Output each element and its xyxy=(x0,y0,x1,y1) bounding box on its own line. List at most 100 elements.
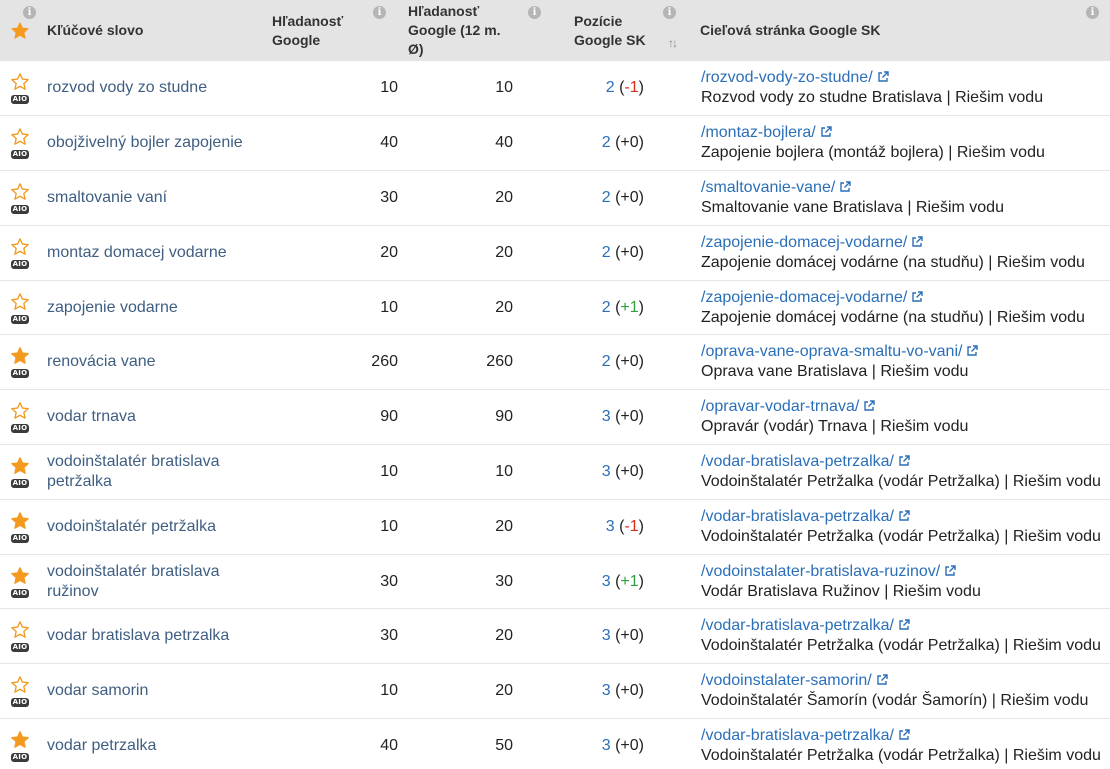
position-cell: 2 (+0) xyxy=(601,134,644,152)
keyword-link[interactable]: vodar trnava xyxy=(40,390,265,445)
star-filled-icon[interactable] xyxy=(10,730,30,750)
star-filled-icon[interactable] xyxy=(10,456,30,476)
table-row: AIO vodar samorin 10 20 3 (+0) /vodoinstalate… xyxy=(0,664,1110,719)
star-outline-icon[interactable] xyxy=(10,237,30,257)
external-link-icon[interactable] xyxy=(898,729,910,741)
table-row: AIO vodoinštalatér bratislava ružinov 30 30… xyxy=(0,554,1110,609)
position-value[interactable]: 2 xyxy=(602,244,611,261)
keyword-link[interactable]: vodoinštalatér bratislava ružinov xyxy=(40,554,265,609)
header-volume[interactable]: Hľadanosť Google i xyxy=(265,0,400,61)
star-filled-icon[interactable] xyxy=(10,346,30,366)
target-url-link[interactable]: /vodoinstalater-samorin/ xyxy=(701,672,872,689)
target-url-link[interactable]: /zapojenie-domacej-vodarne/ xyxy=(701,289,907,306)
target-url-link[interactable]: /rozvod-vody-zo-studne/ xyxy=(701,69,873,86)
keyword-link[interactable]: vodoinštalatér petržalka xyxy=(40,499,265,554)
volume12-value: 20 xyxy=(495,243,513,261)
position-value[interactable]: 2 xyxy=(602,299,611,316)
info-icon[interactable]: i xyxy=(528,6,541,19)
target-url-link[interactable]: /vodar-bratislava-petrzalka/ xyxy=(701,617,894,634)
keyword-link[interactable]: vodar petrzalka xyxy=(40,719,265,769)
keyword-link[interactable]: vodar bratislava petrzalka xyxy=(40,609,265,664)
position-value[interactable]: 3 xyxy=(602,682,611,699)
external-link-icon[interactable] xyxy=(820,126,832,138)
volume-value: 90 xyxy=(380,408,398,426)
header-volume12[interactable]: Hľadanosť Google (12 m. Ø) i xyxy=(400,0,555,61)
position-value[interactable]: 2 xyxy=(602,353,611,370)
star-outline-icon[interactable] xyxy=(10,127,30,147)
external-link-icon[interactable] xyxy=(877,71,889,83)
position-cell: 2 (+0) xyxy=(601,353,644,371)
aio-badge: AIO xyxy=(10,424,30,434)
position-value[interactable]: 3 xyxy=(602,573,611,590)
info-icon[interactable]: i xyxy=(373,6,386,19)
position-change: +0 xyxy=(620,353,639,371)
external-link-icon[interactable] xyxy=(966,345,979,357)
target-cell: /vodoinstalater-bratislava-ruzinov/Vodár… xyxy=(690,554,1110,609)
external-link-icon[interactable] xyxy=(944,564,956,577)
star-outline-icon[interactable] xyxy=(10,675,30,695)
position-cell: 3 (+0) xyxy=(601,682,644,700)
info-icon[interactable]: i xyxy=(23,6,36,19)
volume-value: 30 xyxy=(380,188,398,206)
external-link-icon[interactable] xyxy=(898,510,910,522)
header-position[interactable]: Pozície Google SK i ↑↓ xyxy=(555,0,690,61)
position-value[interactable]: 2 xyxy=(606,79,615,96)
position-value[interactable]: 3 xyxy=(602,737,611,754)
target-url-link[interactable]: /zapojenie-domacej-vodarne/ xyxy=(701,234,907,251)
header-target[interactable]: Cieľová stránka Google SK i xyxy=(690,0,1110,61)
aio-badge: AIO xyxy=(10,588,30,598)
external-link-icon[interactable] xyxy=(911,290,924,303)
target-url-link[interactable]: /vodar-bratislava-petrzalka/ xyxy=(701,453,894,470)
star-cell: AIO xyxy=(0,116,40,171)
sort-icon[interactable]: ↑↓ xyxy=(668,34,678,53)
external-link-icon[interactable] xyxy=(898,455,910,467)
keyword-link[interactable]: vodar samorin xyxy=(40,664,265,719)
target-title: Zapojenie domácej vodárne (na studňu) | … xyxy=(701,253,1085,271)
position-value[interactable]: 3 xyxy=(602,627,611,644)
position-value[interactable]: 3 xyxy=(606,518,615,535)
position-value[interactable]: 3 xyxy=(602,463,611,480)
position-change: -1 xyxy=(624,79,639,97)
target-url-link[interactable]: /opravar-vodar-trnava/ xyxy=(701,398,859,415)
header-target-label: Cieľová stránka Google SK xyxy=(700,22,881,38)
star-filled-icon[interactable] xyxy=(10,511,30,531)
keyword-link[interactable]: renovácia vane xyxy=(40,335,265,390)
info-icon[interactable]: i xyxy=(663,6,676,19)
star-cell: AIO xyxy=(0,554,40,609)
star-outline-icon[interactable] xyxy=(10,401,30,421)
keyword-link[interactable]: zapojenie vodarne xyxy=(40,280,265,335)
header-star[interactable]: i xyxy=(0,0,40,61)
position-value[interactable]: 2 xyxy=(602,189,611,206)
target-url-link[interactable]: /montaz-bojlera/ xyxy=(701,124,816,141)
keyword-link[interactable]: obojživelný bojler zapojenie xyxy=(40,116,265,171)
keyword-link[interactable]: rozvod vody zo studne xyxy=(40,61,265,116)
aio-badge: AIO xyxy=(10,150,30,160)
target-url-link[interactable]: /vodar-bratislava-petrzalka/ xyxy=(701,727,894,744)
aio-badge: AIO xyxy=(10,95,30,105)
target-url-link[interactable]: /oprava-vane-oprava-smaltu-vo-vani/ xyxy=(701,343,962,360)
position-value[interactable]: 3 xyxy=(602,408,611,425)
target-url-link[interactable]: /vodoinstalater-bratislava-ruzinov/ xyxy=(701,563,940,580)
star-cell: AIO xyxy=(0,609,40,664)
external-link-icon[interactable] xyxy=(839,181,851,193)
external-link-icon[interactable] xyxy=(863,400,875,412)
volume-value: 30 xyxy=(380,627,398,645)
target-url-link[interactable]: /vodar-bratislava-petrzalka/ xyxy=(701,508,894,525)
external-link-icon[interactable] xyxy=(876,674,888,686)
star-outline-icon[interactable] xyxy=(10,620,30,640)
header-keyword[interactable]: Kľúčové slovo xyxy=(40,0,265,61)
star-outline-icon[interactable] xyxy=(10,182,30,202)
star-filled-icon[interactable] xyxy=(10,566,30,586)
star-cell: AIO xyxy=(0,390,40,445)
info-icon[interactable]: i xyxy=(1086,6,1099,19)
external-link-icon[interactable] xyxy=(911,236,924,248)
star-outline-icon[interactable] xyxy=(10,72,30,92)
target-url-link[interactable]: /smaltovanie-vane/ xyxy=(701,179,835,196)
keyword-link[interactable]: montaz domacej vodarne xyxy=(40,225,265,280)
external-link-icon[interactable] xyxy=(898,619,910,631)
position-value[interactable]: 2 xyxy=(602,134,611,151)
keyword-link[interactable]: vodoinštalatér bratislava petržalka xyxy=(40,445,265,500)
star-outline-icon[interactable] xyxy=(10,292,30,312)
keyword-link[interactable]: smaltovanie vaní xyxy=(40,171,265,226)
target-title: Zapojenie bojlera (montáž bojlera) | Rie… xyxy=(701,144,1045,162)
